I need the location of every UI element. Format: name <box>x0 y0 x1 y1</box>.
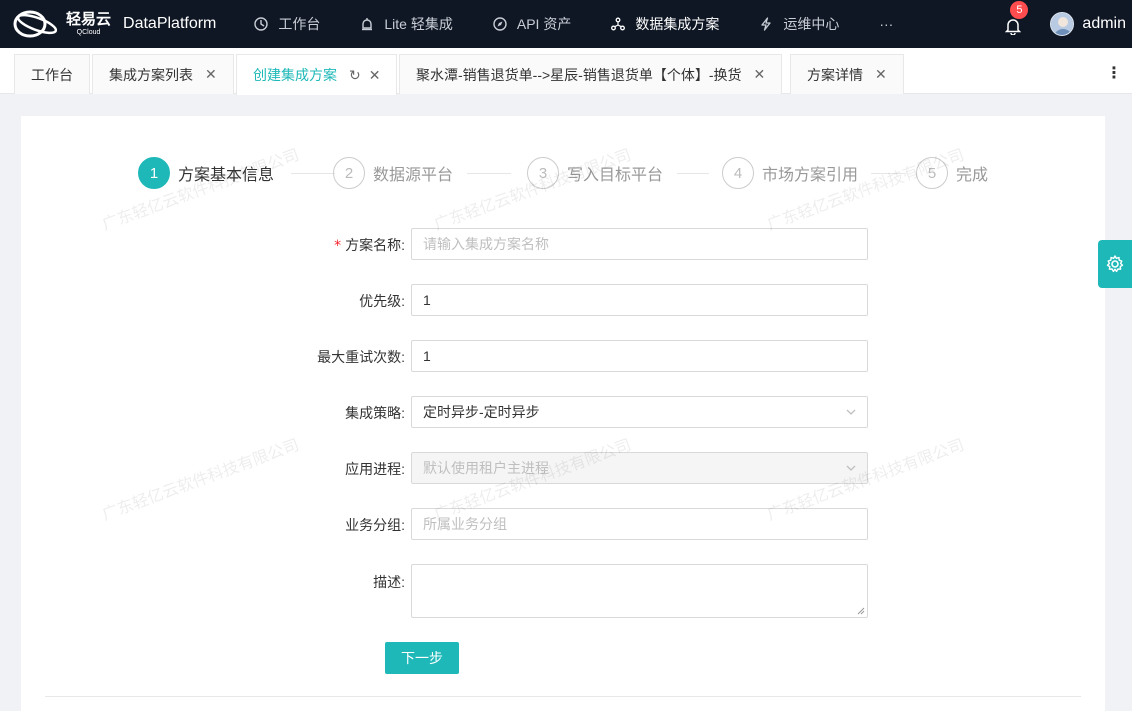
step-connector <box>677 173 709 174</box>
step-connector <box>467 173 511 174</box>
field-label: 描述: <box>373 574 405 590</box>
nav-item-lite[interactable]: Lite 轻集成 <box>340 0 472 48</box>
close-icon[interactable]: ✕ <box>875 66 887 83</box>
top-navbar: 轻易云 QCloud DataPlatform 工作台 Lite 轻集成 API… <box>0 0 1132 48</box>
tab-label: 创建集成方案 <box>253 67 337 83</box>
step-number: 3 <box>527 157 559 189</box>
settings-float-button[interactable] <box>1098 240 1132 288</box>
create-plan-card: 1 方案基本信息 2 数据源平台 3 写入目标平台 4 市场方案引用 5 完成 … <box>21 116 1105 711</box>
description-textarea[interactable] <box>411 564 868 618</box>
nav-item-api-assets[interactable]: API 资产 <box>473 0 591 48</box>
user-avatar-icon <box>1051 13 1074 35</box>
form-row-group: 业务分组: 所属业务分组 <box>21 508 1105 540</box>
resize-handle-icon[interactable] <box>857 607 865 615</box>
step-number: 2 <box>333 157 365 189</box>
field-label: 业务分组: <box>345 517 405 533</box>
required-mark: * <box>334 238 342 254</box>
step-5: 5 完成 <box>916 157 988 189</box>
step-4: 4 市场方案引用 <box>722 157 858 189</box>
tab-label: 方案详情 <box>807 66 863 83</box>
step-1: 1 方案基本信息 <box>138 157 274 189</box>
close-icon[interactable]: ✕ <box>369 67 381 84</box>
logo-text: 轻易云 <box>66 11 112 28</box>
form-row-priority: 优先级: 1 <box>21 284 1105 316</box>
notification-button[interactable]: 5 <box>1002 1 1029 35</box>
chevron-down-icon <box>846 409 856 415</box>
nav-item-integration-plans[interactable]: 数据集成方案 <box>591 0 739 48</box>
cluster-icon <box>611 17 626 31</box>
process-select[interactable]: 默认使用租户主进程 <box>411 452 868 484</box>
nav-item-label: 工作台 <box>278 16 321 32</box>
logo[interactable]: 轻易云 QCloud <box>12 9 111 39</box>
form-row-desc: 描述: <box>21 564 1105 618</box>
nav-item-workbench[interactable]: 工作台 <box>234 0 340 48</box>
nav-item-label: API 资产 <box>516 16 572 32</box>
close-icon[interactable]: ✕ <box>205 66 217 83</box>
step-label: 方案基本信息 <box>178 167 275 184</box>
tab-label: 工作台 <box>31 66 73 83</box>
user-name[interactable]: admin <box>1082 15 1126 33</box>
nav-item-label: Lite 轻集成 <box>384 16 453 32</box>
tab-create-plan[interactable]: 创建集成方案 ↻ ✕ <box>236 54 398 95</box>
tab-bar: 工作台 集成方案列表 ✕ 创建集成方案 ↻ ✕ 聚水潭-销售退货单-->星辰-销… <box>0 48 1132 95</box>
priority-input[interactable]: 1 <box>411 284 868 316</box>
nav-more[interactable]: ··· <box>859 0 913 48</box>
next-step-button[interactable]: 下一步 <box>385 642 459 674</box>
bell-icon <box>1005 19 1022 35</box>
strategy-select[interactable]: 定时异步-定时异步 <box>411 396 868 428</box>
logo-subtext: QCloud <box>76 29 101 36</box>
more-vertical-icon[interactable]: ⋮ <box>1106 63 1122 83</box>
refresh-icon[interactable]: ↻ <box>349 67 361 84</box>
nav-item-label: 数据集成方案 <box>635 16 720 32</box>
compass-icon <box>493 17 507 31</box>
form-row-strategy: 集成策略: 定时异步-定时异步 <box>21 396 1105 428</box>
gear-icon <box>1106 255 1124 273</box>
step-number: 4 <box>722 157 754 189</box>
step-label: 数据源平台 <box>373 167 454 184</box>
step-label: 完成 <box>956 167 989 184</box>
step-3: 3 写入目标平台 <box>527 157 663 189</box>
max-retry-input[interactable]: 1 <box>411 340 868 372</box>
select-value: 定时异步-定时异步 <box>423 404 540 420</box>
step-label: 写入目标平台 <box>567 167 664 184</box>
app-name: DataPlatform <box>123 15 217 32</box>
field-label: 最大重试次数: <box>317 349 405 365</box>
step-number: 5 <box>916 157 948 189</box>
field-label: * 方案名称: <box>334 237 405 254</box>
field-label: 优先级: <box>359 293 405 309</box>
tab-plan-jst-return[interactable]: 聚水潭-销售退货单-->星辰-销售退货单【个体】-换货 ✕ <box>399 54 783 94</box>
select-placeholder: 默认使用租户主进程 <box>423 460 549 476</box>
tab-label: 集成方案列表 <box>109 66 193 83</box>
notification-badge: 5 <box>1010 1 1029 19</box>
field-label: 集成策略: <box>345 405 405 421</box>
thunderbolt-icon <box>761 17 771 31</box>
logo-icon <box>13 10 58 38</box>
form-row-process: 应用进程: 默认使用租户主进程 <box>21 452 1105 484</box>
step-number: 1 <box>138 157 170 189</box>
tab-plan-detail[interactable]: 方案详情 ✕ <box>790 54 904 94</box>
nav-item-ops-center[interactable]: 运维中心 <box>739 0 859 48</box>
tab-label: 聚水潭-销售退货单-->星辰-销售退货单【个体】-换货 <box>416 66 742 83</box>
close-icon[interactable]: ✕ <box>754 66 766 83</box>
avatar[interactable] <box>1050 12 1075 36</box>
form-row-name: * 方案名称: 请输入集成方案名称 <box>21 228 1105 260</box>
alarm-icon <box>362 18 373 31</box>
tab-workbench[interactable]: 工作台 <box>14 54 90 94</box>
step-2: 2 数据源平台 <box>333 157 453 189</box>
tab-plan-list[interactable]: 集成方案列表 ✕ <box>92 54 234 94</box>
divider <box>45 696 1081 697</box>
business-group-input[interactable]: 所属业务分组 <box>411 508 868 540</box>
form-row-retry: 最大重试次数: 1 <box>21 340 1105 372</box>
more-icon: ··· <box>879 16 894 32</box>
plan-name-input[interactable]: 请输入集成方案名称 <box>411 228 868 260</box>
step-connector <box>871 173 905 174</box>
chevron-down-icon <box>846 465 856 471</box>
field-label: 应用进程: <box>345 461 405 477</box>
dashboard-icon <box>254 17 269 31</box>
step-connector <box>291 173 335 174</box>
step-label: 市场方案引用 <box>762 167 859 184</box>
nav-item-label: 运维中心 <box>783 16 840 32</box>
